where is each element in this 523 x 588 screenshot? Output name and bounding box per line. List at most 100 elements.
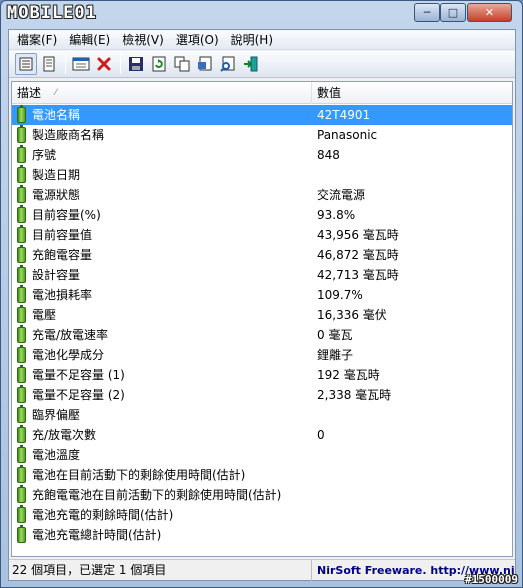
row-description-text: 臨界偏壓 [32, 408, 81, 422]
row-value: Panasonic [317, 128, 378, 142]
battery-icon [17, 365, 26, 383]
row-value: 交流電源 [317, 188, 366, 202]
column-header-description[interactable]: 描述 ⁄ [12, 82, 312, 104]
battery-icon [17, 265, 26, 283]
battery-info-list[interactable]: 描述 ⁄ 數值 電池名稱 42T4901 製造廠商名稱 Panasonic 序號 848 製… [11, 81, 513, 557]
status-bar: 22 個項目，已選定 1 個項目 NirSoft Freeware. http:… [9, 559, 515, 581]
table-row[interactable]: 製造日期 [12, 165, 512, 185]
table-row[interactable]: 電池溫度 [12, 445, 512, 465]
exit-button[interactable] [240, 53, 262, 75]
menu-bar: 檔案(F) 編輯(E) 檢視(V) 選項(O) 說明(H) [9, 30, 515, 50]
battery-icon [17, 425, 26, 443]
table-row[interactable]: 充電/放電速率 0 毫瓦 [12, 325, 512, 345]
row-description-text: 電量不足容量 (2) [32, 388, 125, 402]
delete-button[interactable] [93, 53, 115, 75]
table-row[interactable]: 電源狀態 交流電源 [12, 185, 512, 205]
row-value: 93.8% [317, 208, 356, 222]
row-description: 電池充電總計時間(估計) [17, 525, 312, 545]
table-row[interactable]: 電池在目前活動下的剩餘使用時間(估計) [12, 465, 512, 485]
menu-view[interactable]: 檢視(V) [116, 30, 170, 50]
battery-icon [17, 185, 26, 203]
html-report-button[interactable] [194, 53, 216, 75]
list-rows: 電池名稱 42T4901 製造廠商名稱 Panasonic 序號 848 製造日期 電源狀態… [12, 105, 512, 545]
row-description-text: 電壓 [32, 308, 57, 322]
row-description-text: 序號 [32, 148, 57, 162]
battery-icon [17, 345, 26, 363]
minimize-button[interactable]: ─ [414, 3, 440, 22]
row-description: 充飽電容量 [17, 245, 312, 265]
battery-icon [17, 325, 26, 343]
row-description: 電池名稱 [17, 105, 312, 125]
row-value [317, 465, 507, 485]
row-description-text: 充電/放電速率 [32, 328, 109, 342]
table-row[interactable]: 電池化學成分 鋰離子 [12, 345, 512, 365]
row-description-text: 充飽電電池在目前活動下的剩餘使用時間(估計) [32, 488, 282, 502]
row-description: 設計容量 [17, 265, 312, 285]
find-button[interactable] [217, 53, 239, 75]
battery-icon [17, 485, 26, 503]
toolbar-separator [65, 54, 66, 74]
table-row[interactable]: 製造廠商名稱 Panasonic [12, 125, 512, 145]
table-row[interactable]: 目前容量值 43,956 毫瓦時 [12, 225, 512, 245]
row-value: 0 [317, 428, 325, 442]
watermark-text: #1500009 [465, 573, 518, 586]
view-list-button[interactable] [38, 53, 60, 75]
battery-icon [17, 125, 26, 143]
table-row[interactable]: 充飽電容量 46,872 毫瓦時 [12, 245, 512, 265]
table-row[interactable]: 充/放電次數 0 [12, 425, 512, 445]
table-row[interactable]: 電量不足容量 (2) 2,338 毫瓦時 [12, 385, 512, 405]
table-row[interactable]: 充飽電電池在目前活動下的剩餘使用時間(估計) [12, 485, 512, 505]
row-value [317, 165, 507, 185]
row-description: 臨界偏壓 [17, 405, 312, 425]
title-bar[interactable]: MOBILE01 ─ □ ✕ [1, 1, 522, 29]
menu-file[interactable]: 檔案(F) [11, 30, 63, 50]
row-value: 0 毫瓦 [317, 328, 353, 342]
row-description: 電池溫度 [17, 445, 312, 465]
row-description-text: 電源狀態 [32, 188, 81, 202]
row-description: 電量不足容量 (1) [17, 365, 312, 385]
row-description-text: 電池充電總計時間(估計) [32, 528, 162, 542]
row-description-text: 電池充電的剩餘時間(估計) [32, 508, 174, 522]
table-row[interactable]: 電池名稱 42T4901 [12, 105, 512, 125]
battery-icon [17, 245, 26, 263]
battery-icon [17, 105, 26, 123]
save-button[interactable] [125, 53, 147, 75]
close-button[interactable]: ✕ [467, 3, 512, 22]
menu-edit[interactable]: 編輯(E) [63, 30, 116, 50]
view-details-button[interactable] [15, 53, 37, 75]
refresh-icon [152, 56, 166, 72]
menu-options[interactable]: 選項(O) [170, 30, 225, 50]
row-value: 192 毫瓦時 [317, 368, 380, 382]
row-value: 16,336 毫伏 [317, 308, 387, 322]
table-row[interactable]: 設計容量 42,713 毫瓦時 [12, 265, 512, 285]
battery-icon [17, 465, 26, 483]
table-row[interactable]: 目前容量(%) 93.8% [12, 205, 512, 225]
row-description: 電壓 [17, 305, 312, 325]
refresh-button[interactable] [148, 53, 170, 75]
table-row[interactable]: 電池充電的剩餘時間(估計) [12, 505, 512, 525]
row-description-text: 目前容量值 [32, 228, 93, 242]
table-row[interactable]: 電池充電總計時間(估計) [12, 525, 512, 545]
row-description: 充/放電次數 [17, 425, 312, 445]
table-row[interactable]: 電壓 16,336 毫伏 [12, 305, 512, 325]
column-header-value[interactable]: 數值 [312, 82, 512, 104]
menu-help[interactable]: 說明(H) [225, 30, 279, 50]
row-description: 目前容量值 [17, 225, 312, 245]
toolbar [9, 51, 515, 78]
properties-window-button[interactable] [70, 53, 92, 75]
table-row[interactable]: 電量不足容量 (1) 192 毫瓦時 [12, 365, 512, 385]
table-row[interactable]: 序號 848 [12, 145, 512, 165]
row-value: 848 [317, 148, 340, 162]
save-icon [129, 57, 143, 71]
table-row[interactable]: 臨界偏壓 [12, 405, 512, 425]
battery-icon [17, 145, 26, 163]
delete-icon [97, 57, 111, 71]
row-description-text: 充飽電容量 [32, 248, 93, 262]
row-value: 42,713 毫瓦時 [317, 268, 399, 282]
row-description-text: 充/放電次數 [32, 428, 97, 442]
table-row[interactable]: 電池損耗率 109.7% [12, 285, 512, 305]
row-value [317, 525, 507, 545]
maximize-button[interactable]: □ [440, 3, 466, 22]
copy-button[interactable] [171, 53, 193, 75]
properties-window-icon [72, 57, 90, 71]
